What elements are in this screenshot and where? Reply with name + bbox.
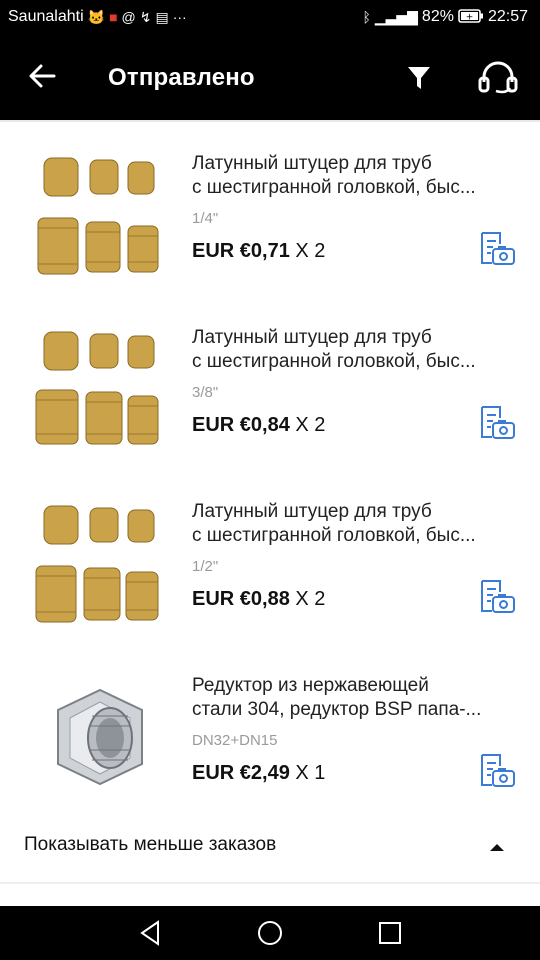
product-price: EUR €0,88 X 2: [192, 588, 325, 611]
app-bar: Отправлено: [0, 36, 540, 120]
back-arrow-icon[interactable]: [26, 60, 58, 92]
4g-signal-icon: ▁▃▅▇: [374, 9, 418, 25]
battery-icon: +: [458, 8, 484, 26]
product-name: Латунный штуцер для труб с шестигранной …: [192, 152, 512, 200]
show-less-orders-button[interactable]: Показывать меньше заказов: [0, 814, 540, 882]
carrier-name: Saunalahti: [8, 8, 84, 25]
back-triangle-icon[interactable]: [136, 918, 166, 948]
product-name: Латунный штуцер для труб с шестигранной …: [192, 500, 512, 548]
home-circle-icon[interactable]: [255, 918, 285, 948]
price-value: EUR €0,84: [192, 414, 290, 436]
product-variant: 1/2": [192, 558, 219, 575]
product-name-line2: с шестигранной головкой, быс...: [192, 177, 476, 198]
caret-up-icon: [488, 840, 506, 852]
order-document-icon[interactable]: [478, 404, 516, 442]
battery-percent: 82%: [421, 8, 454, 25]
at-icon: @: [121, 9, 136, 25]
product-image: [30, 494, 170, 634]
product-variant: 1/4": [192, 210, 219, 227]
product-name-line2: с шестигранной головкой, быс...: [192, 525, 476, 546]
divider: [0, 882, 540, 884]
product-price: EUR €0,71 X 2: [192, 240, 325, 263]
product-image: [30, 320, 170, 460]
divider: [0, 120, 540, 122]
quantity: X 1: [295, 762, 326, 784]
list-item[interactable]: Латунный штуцер для труб с шестигранной …: [0, 478, 540, 652]
bluetooth-icon: ᛒ: [362, 9, 371, 25]
product-price: EUR €2,49 X 1: [192, 762, 325, 785]
headset-icon[interactable]: [476, 58, 520, 98]
quantity: X 2: [295, 414, 326, 436]
system-nav-bar: [0, 906, 540, 960]
filter-icon[interactable]: [404, 63, 434, 93]
list-item[interactable]: Латунный штуцер для труб с шестигранной …: [0, 130, 540, 304]
product-image: [30, 146, 170, 286]
storage-icon: ▤: [155, 9, 169, 25]
product-name-line2: стали 304, редуктор BSP папа-...: [192, 699, 482, 720]
clock: 22:57: [487, 8, 528, 25]
more-icon: ···: [172, 9, 187, 25]
missed-call-icon: ↯: [139, 9, 152, 25]
price-value: EUR €0,88: [192, 588, 290, 610]
product-image: [30, 668, 170, 808]
svg-text:+: +: [466, 12, 474, 22]
product-variant: DN32+DN15: [192, 732, 278, 749]
product-name-line1: Редуктор из нержавеющей: [192, 675, 429, 696]
status-bar: Saunalahti 🐱 ■ @ ↯ ▤ ··· ᛒ ▁▃▅▇ 82% + 22…: [0, 0, 540, 36]
quantity: X 2: [295, 240, 326, 262]
product-name-line1: Латунный штуцер для труб: [192, 501, 432, 522]
price-value: EUR €0,71: [192, 240, 290, 262]
product-name: Латунный штуцер для труб с шестигранной …: [192, 326, 512, 374]
product-price: EUR €0,84 X 2: [192, 414, 325, 437]
product-name-line1: Латунный штуцер для труб: [192, 327, 432, 348]
order-document-icon[interactable]: [478, 230, 516, 268]
list-item[interactable]: Редуктор из нержавеющей стали 304, редук…: [0, 652, 540, 826]
product-name-line1: Латунный штуцер для труб: [192, 153, 432, 174]
quantity: X 2: [295, 588, 326, 610]
product-name: Редуктор из нержавеющей стали 304, редук…: [192, 674, 512, 722]
gift-icon: ■: [109, 9, 118, 25]
product-variant: 3/8": [192, 384, 219, 401]
list-item[interactable]: Латунный штуцер для труб с шестигранной …: [0, 304, 540, 478]
order-document-icon[interactable]: [478, 578, 516, 616]
order-document-icon[interactable]: [478, 752, 516, 790]
page-title: Отправлено: [108, 64, 255, 91]
price-value: EUR €2,49: [192, 762, 290, 784]
cat-icon: 🐱: [87, 9, 106, 25]
order-list: Латунный штуцер для труб с шестигранной …: [0, 120, 540, 906]
show-less-label: Показывать меньше заказов: [24, 834, 277, 855]
recents-square-icon[interactable]: [375, 918, 405, 948]
product-name-line2: с шестигранной головкой, быс...: [192, 351, 476, 372]
